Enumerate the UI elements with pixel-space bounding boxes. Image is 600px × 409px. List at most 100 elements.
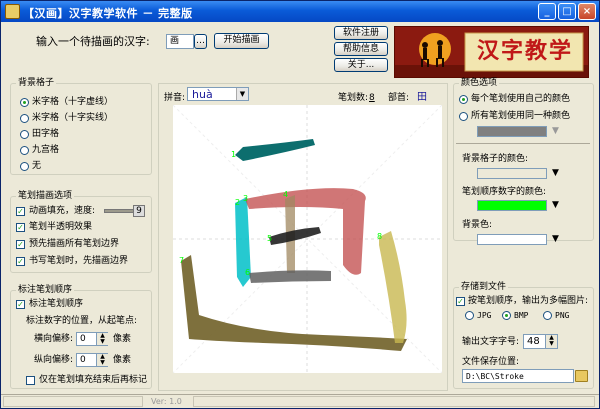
mark-order-checkbox[interactable]: ✓ — [16, 300, 25, 309]
h-offset-spinner[interactable]: ▲ ▼ — [96, 333, 108, 345]
stroke-order-number: 7 — [179, 256, 184, 265]
bg-color-dropdown-icon[interactable]: ▼ — [552, 234, 559, 245]
format-bmp-radio[interactable] — [502, 311, 511, 320]
format-jpg-label: JPG — [477, 311, 492, 320]
stroke-option-label: 预先描画所有笔划边界 — [29, 239, 120, 249]
stroke-options-title: 笔划描画选项 — [16, 191, 75, 202]
status-cell-1 — [3, 396, 143, 407]
speed-slider[interactable] — [104, 209, 134, 213]
grid-option-radio[interactable] — [20, 98, 29, 107]
pinyin-value: huà — [192, 88, 213, 101]
bg-color-swatch[interactable] — [477, 234, 547, 245]
check-icon: ✓ — [17, 300, 24, 309]
folder-icon[interactable] — [575, 370, 588, 382]
stroke-order-number: 5 — [267, 234, 272, 243]
grid-option-radio[interactable] — [20, 162, 29, 171]
grid-option-label: 田字格 — [32, 129, 60, 139]
grid-group-title: 背景格子 — [16, 78, 57, 89]
same-color-swatch[interactable] — [477, 126, 547, 137]
format-png-label: PNG — [555, 311, 570, 320]
each-color-label: 每个笔划使用自己的颜色 — [471, 94, 571, 104]
version-label: Ver: 1.0 — [151, 397, 182, 406]
stroke-order-number: 6 — [245, 268, 250, 277]
radical-label: 部首: — [388, 93, 410, 103]
bg-grid-dropdown-icon[interactable]: ▼ — [552, 168, 559, 179]
browse-button[interactable]: … — [194, 34, 207, 49]
bg-grid-color-swatch[interactable] — [477, 168, 547, 179]
each-color-radio[interactable] — [459, 95, 468, 104]
stroke-count-label: 笔划数: — [338, 93, 369, 103]
close-button[interactable]: × — [578, 3, 596, 20]
mark-position-label: 标注数字的位置，从起笔点: — [26, 316, 138, 326]
grid-option-label: 无 — [32, 161, 42, 171]
multi-image-label: 按笔划顺序，输出为多幅图片: — [468, 296, 589, 306]
maximize-button[interactable]: □ — [558, 3, 576, 20]
save-path-label: 文件保存位置: — [462, 357, 520, 367]
stroke-option-checkbox[interactable]: ✓ — [16, 223, 25, 232]
same-color-label: 所有笔划使用同一种颜色 — [471, 111, 571, 121]
order-num-color-swatch[interactable] — [477, 200, 547, 211]
h-offset-label: 横向偏移: — [34, 334, 74, 344]
status-cell-2 — [193, 396, 595, 407]
same-color-radio[interactable] — [459, 112, 468, 121]
stroke-order-number: 3 — [243, 194, 248, 203]
multi-image-checkbox[interactable]: ✓ — [456, 297, 465, 306]
char-input[interactable]: 画 — [166, 34, 194, 49]
stroke-option-checkbox[interactable]: ✓ — [16, 207, 25, 216]
v-offset-label: 纵向偏移: — [34, 355, 74, 365]
color-options-title: 颜色选项 — [459, 78, 500, 89]
speed-value[interactable]: 9 — [133, 205, 145, 217]
app-window: 【汉画】汉字教学软件 － 完整版 _ □ × 输入一个待描画的汉字: 画 … 开… — [0, 0, 600, 409]
bg-grid-color-label: 背景格子的颜色: — [462, 154, 529, 164]
font-size-label: 输出文字字号: — [462, 337, 520, 347]
minimize-button[interactable]: _ — [538, 3, 556, 20]
register-button[interactable]: 软件注册 — [334, 26, 388, 40]
same-color-dropdown-icon[interactable]: ▼ — [552, 126, 559, 137]
stroke-count-value: 8 — [369, 93, 375, 103]
start-draw-button[interactable]: 开始描画 — [214, 33, 269, 49]
stroke-order-number: 4 — [283, 190, 288, 199]
v-offset-spinner[interactable]: ▲ ▼ — [96, 354, 108, 366]
order-num-dropdown-icon[interactable]: ▼ — [552, 200, 559, 211]
save-group-title: 存储到文件 — [459, 282, 509, 293]
stroke-order-title: 标注笔划顺序 — [16, 285, 75, 296]
grid-option-label: 米字格（十字实线） — [32, 113, 114, 123]
grid-option-radio[interactable] — [20, 130, 29, 139]
pinyin-dropdown[interactable]: huà ▼ — [187, 87, 249, 101]
h-offset-unit: 像素 — [113, 334, 132, 344]
order-num-color-label: 笔划顺序数字的颜色: — [462, 187, 547, 197]
format-bmp-label: BMP — [514, 311, 529, 320]
save-path-input[interactable]: D:\BC\Stroke — [462, 369, 574, 383]
window-title: 【汉画】汉字教学软件 － 完整版 — [23, 7, 193, 20]
mark-order-label: 标注笔划顺序 — [29, 299, 84, 309]
check-icon: ✓ — [457, 297, 464, 306]
bg-color-label: 背景色: — [462, 220, 493, 230]
stroke-6 — [249, 270, 331, 283]
stroke-option-checkbox[interactable]: ✓ — [16, 257, 25, 266]
banner-text: 汉字教学 — [476, 38, 573, 64]
title-bar[interactable]: 【汉画】汉字教学软件 － 完整版 _ □ × — [1, 1, 599, 22]
format-jpg-radio[interactable] — [465, 311, 474, 320]
mark-after-checkbox[interactable] — [26, 376, 35, 385]
banner-logo: 汉字教学 — [394, 26, 589, 78]
grid-option-radio[interactable] — [20, 114, 29, 123]
stroke-8 — [379, 231, 407, 343]
stroke-option-checkbox[interactable]: ✓ — [16, 240, 25, 249]
stroke-option-label: 书写笔划时，先描画边界 — [29, 256, 129, 266]
help-button[interactable]: 帮助信息 — [334, 42, 388, 56]
mark-after-label: 仅在笔划填充结束后再标记 — [39, 375, 148, 385]
character-canvas[interactable]: 12345678 — [172, 104, 443, 374]
format-png-radio[interactable] — [543, 311, 552, 320]
separator — [456, 143, 590, 144]
font-size-spinner[interactable]: ▲ ▼ — [545, 335, 557, 348]
stroke-order-number: 2 — [235, 198, 240, 207]
char-input-label: 输入一个待描画的汉字: — [36, 35, 150, 48]
about-button[interactable]: 关于... — [334, 58, 388, 72]
stroke-option-label: 动画填充，速度: — [29, 206, 96, 216]
stroke-order-number: 1 — [231, 150, 236, 159]
pinyin-label: 拼音: — [164, 93, 186, 103]
character-svg: 12 3 45678 — [172, 104, 443, 374]
grid-option-radio[interactable] — [20, 146, 29, 155]
chevron-down-icon[interactable]: ▼ — [236, 88, 248, 100]
v-offset-unit: 像素 — [113, 355, 132, 365]
